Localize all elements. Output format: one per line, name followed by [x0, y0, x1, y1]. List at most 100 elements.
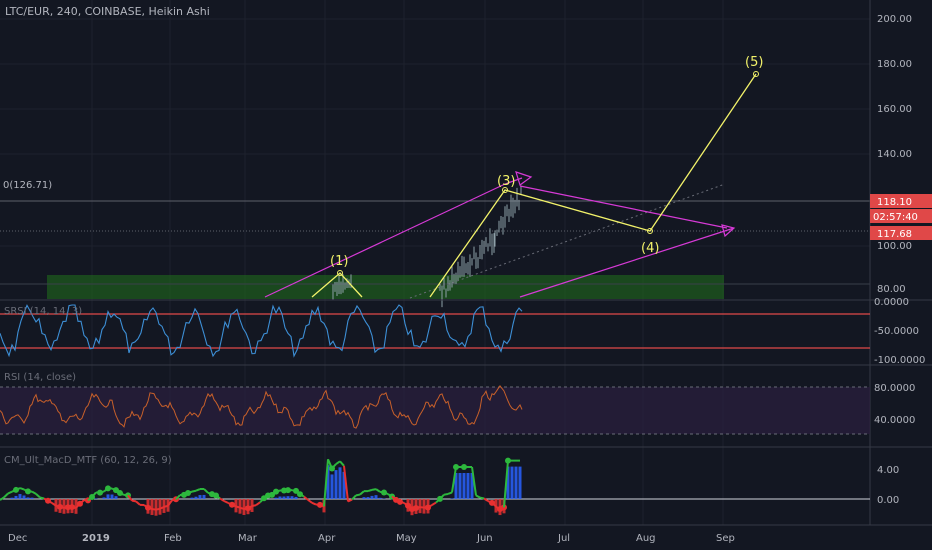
macd-hist-bar [378, 497, 382, 499]
macd-line-segment [19, 487, 25, 491]
stoch-title: SRSI (14, 14, 3) [4, 306, 82, 317]
macd-hist-bar [14, 495, 18, 499]
macd-line-segment [479, 496, 485, 500]
macd-tick-4: 4.00 [877, 465, 899, 476]
macd-line-segment [59, 505, 65, 509]
stoch-tick-0: 0.0000 [874, 297, 909, 308]
macd-hist-bar [338, 467, 342, 499]
time-label-aug: Aug [636, 533, 656, 544]
time-label-sep: Sep [716, 533, 735, 544]
macd-hist-bar [242, 499, 246, 515]
macd-hist-bar [278, 496, 282, 499]
macd-hist-bar [374, 495, 378, 499]
rsi-title: RSI (14, close) [4, 372, 76, 383]
macd-tick-0: 0.00 [877, 495, 899, 506]
macd-hist-bar [158, 499, 162, 515]
time-label-jun: Jun [476, 533, 493, 544]
macd-hist-bar [274, 497, 278, 499]
price-tick-100: 100.00 [877, 241, 912, 252]
symbol-header[interactable]: LTC/EUR, 240, COINBASE, Heikin Ashi [5, 5, 210, 18]
time-label-2019: 2019 [82, 533, 110, 544]
macd-hist-bar [18, 494, 22, 499]
macd-hist-bar [10, 497, 14, 499]
macd-line-segment [415, 506, 421, 509]
macd-hist-bar [418, 499, 422, 514]
macd-line-segment [147, 506, 153, 510]
macd-hist-bar [362, 497, 366, 499]
macd-line-segment [99, 490, 105, 494]
macd-hist-bar [194, 496, 198, 499]
macd-hist-bar [22, 495, 26, 499]
macd-line-segment [443, 492, 449, 496]
price-tick-200: 200.00 [877, 14, 912, 25]
macd-line-segment [355, 493, 361, 497]
chart-canvas: 0(126.71) (1) (3) (4) (5) LTC/EUR, 240, … [0, 0, 932, 550]
macd-hist-bar [334, 470, 338, 499]
macd-hist-bar [202, 494, 206, 499]
macd-line-segment [275, 489, 281, 493]
macd-hist-bar [102, 497, 106, 499]
macd-line-segment [39, 496, 45, 500]
time-label-may: May [396, 533, 417, 544]
macd-line-segment [447, 491, 453, 495]
rsi-band-fill [0, 387, 870, 434]
macd-hist-bar [154, 499, 158, 516]
macd-hist-bar [106, 494, 110, 499]
macd-line-segment [187, 490, 193, 494]
macd-hist-bar [190, 497, 194, 499]
wave-label-5: (5) [745, 55, 763, 70]
macd-hist-bar [330, 474, 334, 499]
macd-line-segment [399, 500, 405, 504]
macd-line-segment [367, 488, 373, 493]
macd-line-segment [235, 505, 241, 509]
time-label-apr: Apr [318, 533, 336, 544]
macd-hist-bar [282, 496, 286, 499]
time-label-mar: Mar [238, 533, 258, 544]
green-support-zone [47, 275, 724, 299]
macd-hist-bar [150, 499, 154, 515]
rsi-tick-80: 80.0000 [874, 383, 915, 394]
macd-hist-bar [370, 495, 374, 499]
wave-label-1: (1) [330, 254, 348, 269]
macd-hist-bar [450, 498, 454, 499]
macd-hist-bar [290, 496, 294, 499]
macd-line-segment [155, 507, 161, 511]
time-label-dec: Dec [8, 533, 27, 544]
macd-line-segment [251, 504, 257, 507]
macd-line-segment [163, 504, 169, 508]
macd-hist-bar [466, 473, 470, 499]
fib-label: 0(126.71) [3, 180, 52, 191]
stoch-tick-100: -100.0000 [874, 355, 925, 366]
macd-title: CM_Ult_MacD_MTF (60, 12, 26, 9) [4, 455, 172, 466]
rsi-tick-40: 40.0000 [874, 415, 915, 426]
macd-hist-bar [26, 497, 30, 499]
macd-line-segment [239, 506, 245, 510]
macd-hist-bar [514, 466, 518, 499]
macd-hist-bar [286, 496, 290, 499]
macd-hist-bar [198, 495, 202, 499]
macd-hist-bar [366, 497, 370, 499]
macd-hist-bar [94, 498, 98, 499]
price-tick-80: 80.00 [877, 284, 906, 295]
macd-line-segment [151, 508, 157, 511]
macd-line-segment [371, 488, 377, 491]
price-tick-140: 140.00 [877, 149, 912, 160]
price-badge-top-text: 118.10 [877, 197, 912, 208]
macd-hist-bar [462, 473, 466, 499]
wave-label-4: (4) [641, 241, 659, 256]
price-badge-bottom-text: 117.68 [877, 229, 912, 240]
macd-line-segment [131, 499, 137, 503]
macd-hist-bar [114, 496, 118, 499]
price-tick-160: 160.00 [877, 104, 912, 115]
macd-hist-bar [518, 466, 522, 499]
wave-label-3: (3) [497, 174, 515, 189]
time-label-feb: Feb [164, 533, 182, 544]
price-tick-180: 180.00 [877, 59, 912, 70]
macd-hist-bar [30, 497, 34, 499]
countdown-text: 02:57:40 [873, 212, 918, 223]
macd-hist-bar [294, 496, 298, 499]
macd-hist-bar [110, 494, 114, 499]
time-label-jul: Jul [557, 533, 570, 544]
macd-hist-bar [458, 473, 462, 499]
macd-line-segment [191, 489, 197, 493]
